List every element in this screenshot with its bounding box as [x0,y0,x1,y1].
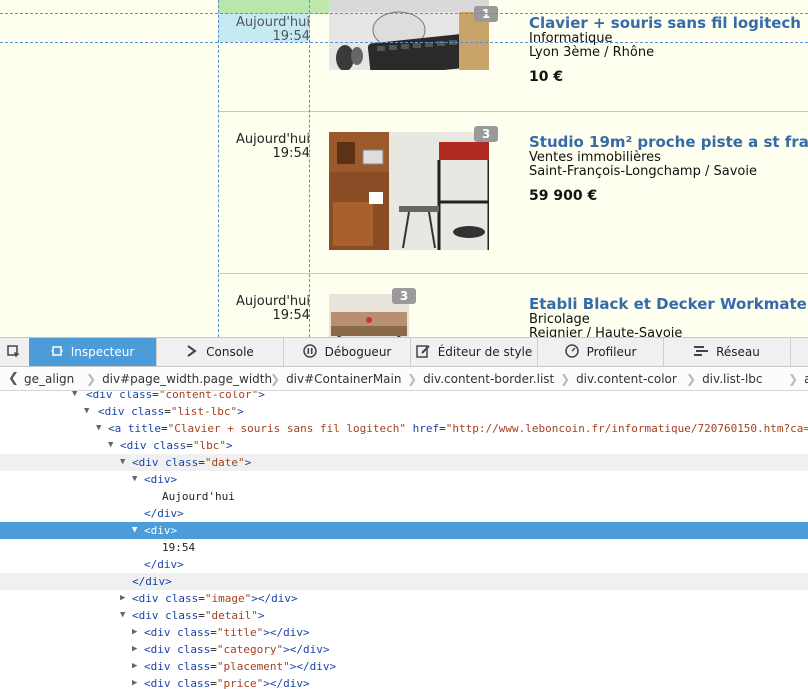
console-icon [186,344,198,360]
markup-text-node[interactable]: 19:54 [0,539,808,556]
markup-node[interactable]: ▼ <div class="detail"> [0,607,808,624]
markup-node[interactable]: ▶ <div class="category"></div> [0,641,808,658]
listing-category: Ventes immobilières [529,150,661,165]
photo-count-badge: 3 [392,288,416,304]
studio-photo [329,132,489,250]
listing-date-day: Aujourd'hui [236,294,310,309]
breadcrumb-item[interactable]: ❯ div#page_width.page_width [86,372,272,386]
tab-label: Profileur [586,345,637,359]
listing-date-day: Aujourd'hui [236,15,310,30]
listing-date-day: Aujourd'hui [236,132,310,147]
listing-detail: Etabli Black et Decker Workmate Bricolag… [529,295,808,337]
tab-label: Réseau [716,345,760,359]
listing-placement: Lyon 3ème / Rhône [529,45,655,60]
keyboard-photo [329,0,489,70]
markup-node[interactable]: ▼ <div class="date"> [0,454,808,471]
listing-price: 59 900 € [529,188,598,204]
listing-date: Aujourd'hui 19:54 [218,133,310,161]
listing-price: 10 € [529,69,564,85]
markup-node[interactable]: ▶ <div class="placement"></div> [0,658,808,675]
listing-title[interactable]: Etabli Black et Decker Workmate [529,295,808,313]
listing-placement: Saint-François-Longchamp / Savoie [529,164,757,179]
listing-item[interactable]: Aujourd'hui 19:54 3 Etabli Black et Deck… [218,274,808,337]
listing-category: Informatique [529,31,613,46]
listing-detail: Studio 19m² proche piste a st francois V… [529,133,808,204]
tab-profiler[interactable]: Profileur [538,338,664,366]
listing-placement: Reignier / Haute-Savoie [529,326,683,338]
breadcrumb-item[interactable]: ❯a [788,372,808,386]
tab-inspector[interactable]: Inspecteur [29,338,157,366]
tab-network[interactable]: Réseau [664,338,791,366]
markup-node[interactable]: ▼ <a title="Clavier + souris sans fil log… [0,420,808,437]
breadcrumb-item[interactable]: ❯ div#ContainerMain [270,372,401,386]
listing-title[interactable]: Studio 19m² proche piste a st francois [529,133,808,151]
markup-node[interactable]: ▶ <div class="price"></div> [0,675,808,689]
network-icon [694,345,709,360]
style-editor-icon [415,344,430,361]
breadcrumb-item[interactable]: ❯ div.list-lbc [686,372,763,386]
listing-thumbnail[interactable] [329,132,489,250]
markup-text-node[interactable]: Aujourd'hui [0,488,808,505]
listing-item[interactable]: Aujourd'hui 19:54 3 Studio 19m² proche p… [218,112,808,273]
inspector-guide-line [218,0,219,337]
tab-label: Console [206,345,254,359]
markup-node[interactable]: </div> [0,573,808,590]
markup-node[interactable]: </div> [0,556,808,573]
listing-date: Aujourd'hui 19:54 [218,295,310,323]
photo-count-badge: 3 [474,126,498,142]
breadcrumb-item[interactable]: ❯ div.content-color [560,372,677,386]
tab-console[interactable]: Console [157,338,284,366]
inspector-guide-line [0,42,808,43]
tab-label: Inspecteur [70,345,135,359]
markup-node[interactable]: ▼ <div class="lbc"> [0,437,808,454]
breadcrumb: ❮ ge_align ❯ div#page_width.page_width ❯ d… [0,367,808,391]
breadcrumb-item[interactable]: ge_align [24,372,74,386]
markup-node[interactable]: ▼ <div class="list-lbc"> [0,403,808,420]
listing-thumbnail[interactable] [329,0,489,70]
inspector-icon [50,345,63,360]
markup-view: ▼ <div class="content-color"> ▼ <div class… [0,391,808,689]
element-picker-icon[interactable] [0,338,28,366]
markup-node[interactable]: ▼ <div> [0,471,808,488]
markup-node[interactable]: ▼ <div class="content-color"> [0,391,808,403]
debugger-icon [302,343,317,361]
photo-count-badge: 1 [474,6,498,22]
listing-date-time: 19:54 [272,146,310,161]
inspector-guide-line [0,13,808,14]
markup-node[interactable]: ▶ <div class="title"></div> [0,624,808,641]
tab-label: Débogueur [324,345,392,359]
profiler-icon [564,343,579,361]
devtools-toolbar: Inspecteur Console Débogueur Éditeur de … [0,337,808,367]
tab-debugger[interactable]: Débogueur [284,338,411,366]
markup-node[interactable]: ▶ <div class="image"></div> [0,590,808,607]
listing-date: Aujourd'hui 19:54 [218,16,310,44]
tab-style-editor[interactable]: Éditeur de style [411,338,538,366]
listing-date-time: 19:54 [272,308,310,323]
tab-label: Éditeur de style [437,345,533,359]
breadcrumb-item[interactable]: ❯ div.content-border.list [407,372,554,386]
listing-detail: Clavier + souris sans fil logitech Infor… [529,14,808,85]
web-page-viewport: Aujourd'hui 19:54 1 Clavier + souris san… [0,0,808,337]
listing-title[interactable]: Clavier + souris sans fil logitech [529,14,808,32]
inspector-guide-line [309,0,310,337]
chevron-left-icon[interactable]: ❮ [8,371,19,386]
markup-node-selected[interactable]: ▼ <div> [0,522,808,539]
listing-category: Bricolage [529,312,590,327]
markup-node[interactable]: </div> [0,505,808,522]
